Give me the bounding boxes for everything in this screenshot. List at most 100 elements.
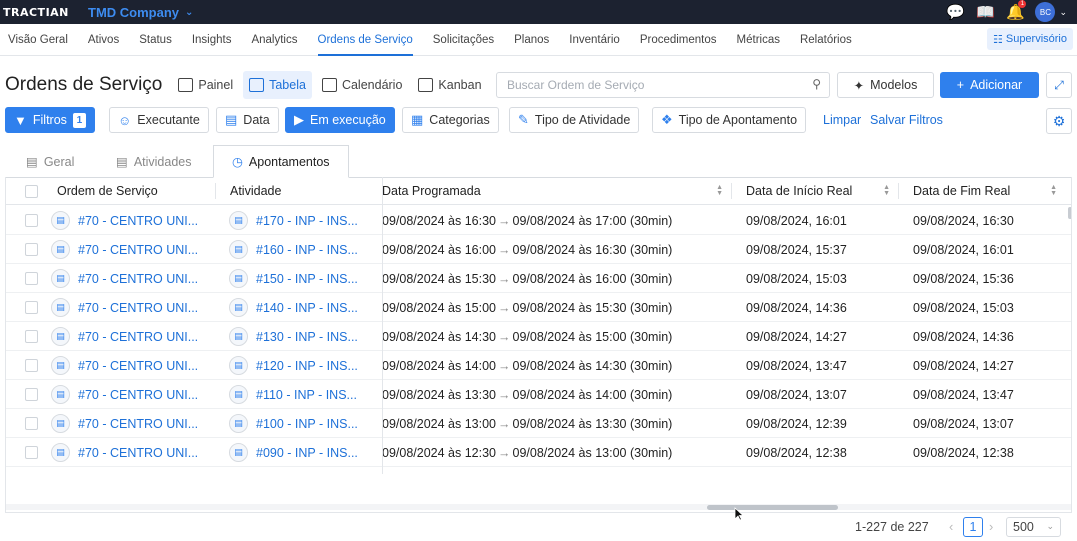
service-order-link[interactable]: #70 - CENTRO UNI... [78, 388, 198, 402]
table-row[interactable]: ▤ #70 - CENTRO UNI... ▤ #110 - INP - INS...… [6, 380, 1071, 409]
gear-icon[interactable]: ⚙ [1046, 108, 1072, 134]
service-order-link[interactable]: #70 - CENTRO UNI... [78, 243, 198, 257]
activity-cell[interactable]: ▤ #140 - INP - INS... [229, 293, 358, 322]
nav-item-metricas[interactable]: Métricas [737, 24, 780, 56]
page-size-select[interactable]: 500 ⌄ [1006, 517, 1061, 537]
nav-item-status[interactable]: Status [139, 24, 172, 56]
search-icon[interactable]: ⚲ [812, 77, 821, 91]
activity-link[interactable]: #100 - INP - INS... [256, 417, 358, 431]
table-row[interactable]: ▤ #70 - CENTRO UNI... ▤ #170 - INP - INS...… [6, 206, 1071, 235]
service-order-cell[interactable]: ▤ #70 - CENTRO UNI... [51, 380, 198, 409]
view-painel-button[interactable]: Painel [172, 71, 239, 99]
chevron-left-icon[interactable]: ‹ [949, 519, 953, 534]
nav-item-relatorios[interactable]: Relatórios [800, 24, 852, 56]
activity-link[interactable]: #110 - INP - INS... [256, 388, 357, 402]
activity-link[interactable]: #090 - INP - INS... [256, 446, 358, 460]
supervisor-button[interactable]: ☷ Supervisório [986, 28, 1073, 50]
categorias-filter-button[interactable]: ▦ Categorias [402, 107, 499, 133]
tipo-atividade-filter-button[interactable]: ✎ Tipo de Atividade [509, 107, 640, 133]
service-order-link[interactable]: #70 - CENTRO UNI... [78, 446, 198, 460]
activity-cell[interactable]: ▤ #120 - INP - INS... [229, 351, 358, 380]
tab-geral[interactable]: ▤ Geral [26, 145, 74, 178]
chevron-down-icon[interactable]: ⌄ [1059, 7, 1067, 18]
table-row[interactable]: ▤ #70 - CENTRO UNI... ▤ #130 - INP - INS...… [6, 322, 1071, 351]
book-icon[interactable]: 📖 [975, 3, 995, 21]
select-all-checkbox[interactable] [25, 177, 38, 205]
row-checkbox[interactable] [25, 206, 38, 235]
row-checkbox[interactable] [25, 351, 38, 380]
tab-atividades[interactable]: ▤ Atividades [116, 145, 192, 178]
table-row[interactable]: ▤ #70 - CENTRO UNI... ▤ #090 - INP - INS...… [6, 438, 1071, 467]
models-button[interactable]: ✦ Modelos [837, 72, 934, 98]
filters-button[interactable]: ▼ Filtros 1 [5, 107, 95, 133]
nav-item-insights[interactable]: Insights [192, 24, 232, 56]
col-header-data-fim-real[interactable]: Data de Fim Real ▲ ▼ [913, 177, 1065, 205]
activity-link[interactable]: #140 - INP - INS... [256, 301, 358, 315]
activity-link[interactable]: #160 - INP - INS... [256, 243, 358, 257]
activity-cell[interactable]: ▤ #130 - INP - INS... [229, 322, 358, 351]
service-order-link[interactable]: #70 - CENTRO UNI... [78, 301, 198, 315]
sort-icon[interactable]: ▲ ▼ [716, 184, 723, 197]
row-checkbox[interactable] [25, 293, 38, 322]
column-divider[interactable] [731, 183, 732, 199]
col-header-ordem-servico[interactable]: Ordem de Serviço [57, 177, 158, 205]
row-checkbox[interactable] [25, 438, 38, 467]
service-order-cell[interactable]: ▤ #70 - CENTRO UNI... [51, 206, 198, 235]
nav-item-planos[interactable]: Planos [514, 24, 549, 56]
activity-cell[interactable]: ▤ #110 - INP - INS... [229, 380, 357, 409]
clear-filters-link[interactable]: Limpar [823, 113, 861, 127]
service-order-cell[interactable]: ▤ #70 - CENTRO UNI... [51, 351, 198, 380]
nav-item-solicitacoes[interactable]: Solicitações [433, 24, 494, 56]
activity-link[interactable]: #130 - INP - INS... [256, 330, 358, 344]
data-filter-button[interactable]: ▤ Data [216, 107, 279, 133]
activity-cell[interactable]: ▤ #150 - INP - INS... [229, 264, 358, 293]
row-checkbox[interactable] [25, 322, 38, 351]
avatar[interactable]: BC [1035, 2, 1056, 22]
nav-item-ordens-de-servico[interactable]: Ordens de Serviço [317, 24, 414, 56]
service-order-cell[interactable]: ▤ #70 - CENTRO UNI... [51, 322, 198, 351]
column-divider[interactable] [215, 183, 216, 199]
executante-filter-button[interactable]: ☺ Executante [109, 107, 209, 133]
activity-cell[interactable]: ▤ #170 - INP - INS... [229, 206, 358, 235]
activity-cell[interactable]: ▤ #100 - INP - INS... [229, 409, 358, 438]
row-checkbox[interactable] [25, 235, 38, 264]
service-order-link[interactable]: #70 - CENTRO UNI... [78, 330, 198, 344]
nav-item-inventario[interactable]: Inventário [569, 24, 620, 56]
sort-icon[interactable]: ▲ ▼ [1050, 184, 1057, 197]
nav-item-analytics[interactable]: Analytics [251, 24, 297, 56]
chevron-right-icon[interactable]: › [989, 519, 993, 534]
service-order-link[interactable]: #70 - CENTRO UNI... [78, 417, 198, 431]
page-number-button[interactable]: 1 [963, 517, 983, 537]
expand-icon[interactable]: ⤢ [1046, 72, 1072, 98]
tab-apontamentos[interactable]: ◷ Apontamentos [213, 145, 349, 178]
table-row[interactable]: ▤ #70 - CENTRO UNI... ▤ #120 - INP - INS...… [6, 351, 1071, 380]
col-header-atividade[interactable]: Atividade [230, 177, 281, 205]
column-divider[interactable] [898, 183, 899, 199]
em-execucao-filter-button[interactable]: ▶ Em execução [285, 107, 395, 133]
col-header-data-inicio-real[interactable]: Data de Início Real ▲ ▼ [746, 177, 898, 205]
row-checkbox[interactable] [25, 264, 38, 293]
tractian-logo[interactable]: TRACTIAN [3, 6, 73, 19]
sort-icon[interactable]: ▲ ▼ [883, 184, 890, 197]
tipo-apontamento-filter-button[interactable]: ❖ Tipo de Apontamento [652, 107, 807, 133]
nav-item-ativos[interactable]: Ativos [88, 24, 119, 56]
horizontal-scrollbar-thumb[interactable] [707, 505, 838, 510]
table-row[interactable]: ▤ #70 - CENTRO UNI... ▤ #150 - INP - INS...… [6, 264, 1071, 293]
table-row[interactable]: ▤ #70 - CENTRO UNI... ▤ #140 - INP - INS...… [6, 293, 1071, 322]
nav-item-procedimentos[interactable]: Procedimentos [640, 24, 717, 56]
activity-link[interactable]: #120 - INP - INS... [256, 359, 358, 373]
add-button[interactable]: + Adicionar [940, 72, 1039, 98]
row-checkbox[interactable] [25, 409, 38, 438]
view-calendario-button[interactable]: Calendário [316, 71, 408, 99]
activity-cell[interactable]: ▤ #160 - INP - INS... [229, 235, 358, 264]
service-order-link[interactable]: #70 - CENTRO UNI... [78, 272, 198, 286]
col-header-data-programada[interactable]: Data Programada ▲ ▼ [382, 177, 731, 205]
horizontal-scrollbar-track[interactable] [6, 504, 1071, 510]
chat-icon[interactable]: 💬 [945, 3, 965, 21]
table-row[interactable]: ▤ #70 - CENTRO UNI... ▤ #100 - INP - INS...… [6, 409, 1071, 438]
service-order-cell[interactable]: ▤ #70 - CENTRO UNI... [51, 293, 198, 322]
service-order-cell[interactable]: ▤ #70 - CENTRO UNI... [51, 438, 198, 467]
service-order-link[interactable]: #70 - CENTRO UNI... [78, 214, 198, 228]
search-input[interactable]: Buscar Ordem de Serviço ⚲ [496, 72, 830, 98]
save-filters-link[interactable]: Salvar Filtros [870, 113, 943, 127]
